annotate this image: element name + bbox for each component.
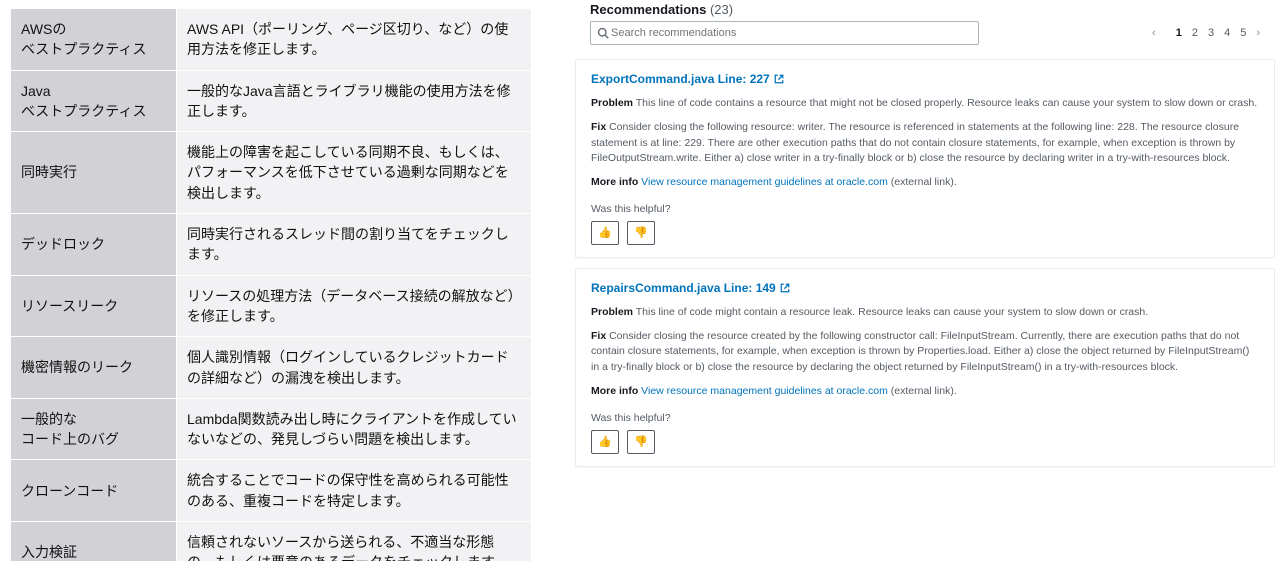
panel-title: Recommendations (23): [590, 2, 1260, 17]
row-desc: 機能上の障害を起こしている同期不良、もしくは、パフォーマンスを低下させている過剰…: [177, 132, 532, 214]
row-label: クローンコード: [11, 460, 177, 522]
file-link-text: RepairsCommand.java Line: 149: [591, 281, 776, 295]
row-desc: 同時実行されるスレッド間の割り当てをチェックします。: [177, 214, 532, 276]
table-row: リソースリークリソースの処理方法（データベース接続の解放など）を修正します。: [11, 275, 532, 337]
external-link-icon: [774, 74, 784, 84]
file-link[interactable]: ExportCommand.java Line: 227: [591, 72, 784, 86]
pager-page[interactable]: 3: [1208, 27, 1214, 39]
row-label: リソースリーク: [11, 275, 177, 337]
fix-text: Consider closing the following resource:…: [591, 121, 1239, 165]
search-icon: [597, 27, 609, 39]
row-label: 機密情報のリーク: [11, 337, 177, 399]
row-desc: 一般的なJava言語とライブラリ機能の使用方法を修正します。: [177, 70, 532, 132]
moreinfo-link[interactable]: View resource management guidelines at o…: [641, 176, 888, 188]
thumbs-up-button[interactable]: 👍: [591, 430, 619, 454]
fix-row: Fix Consider closing the following resou…: [591, 120, 1259, 167]
row-desc: AWS API（ポーリング、ページ区切り、など）の使用方法を修正します。: [177, 9, 532, 71]
pager-page[interactable]: 5: [1240, 27, 1246, 39]
external-link-icon: [780, 283, 790, 293]
moreinfo-suffix: (external link).: [888, 176, 957, 188]
table-row: 一般的なコード上のバグLambda関数読み出し時にクライアントを作成していないな…: [11, 398, 532, 460]
moreinfo-link[interactable]: View resource management guidelines at o…: [641, 385, 888, 397]
fix-label: Fix: [591, 121, 606, 133]
table-row: クローンコード統合することでコードの保守性を高められる可能性のある、重複コードを…: [11, 460, 532, 522]
table-row: 同時実行機能上の障害を起こしている同期不良、もしくは、パフォーマンスを低下させて…: [11, 132, 532, 214]
table-row: 機密情報のリーク個人識別情報（ログインしているクレジットカードの詳細など）の漏洩…: [11, 337, 532, 399]
row-desc: Lambda関数読み出し時にクライアントを作成していないなどの、発見しづらい問題…: [177, 398, 532, 460]
thumbs-down-button[interactable]: 👎: [627, 221, 655, 245]
row-label: 入力検証: [11, 522, 177, 561]
problem-text: This line of code contains a resource th…: [636, 97, 1257, 109]
problem-row: Problem This line of code might contain …: [591, 305, 1259, 321]
file-link-text: ExportCommand.java Line: 227: [591, 72, 770, 86]
panel-count: (23): [710, 2, 733, 17]
fix-label: Fix: [591, 330, 606, 342]
table-row: Javaベストプラクティス一般的なJava言語とライブラリ機能の使用方法を修正し…: [11, 70, 532, 132]
table-row: デッドロック同時実行されるスレッド間の割り当てをチェックします。: [11, 214, 532, 276]
problem-label: Problem: [591, 97, 633, 109]
row-desc: リソースの処理方法（データベース接続の解放など）を修正します。: [177, 275, 532, 337]
recommendation-card: RepairsCommand.java Line: 149 Problem Th…: [575, 268, 1275, 467]
helpful-label: Was this helpful?: [591, 412, 1259, 424]
problem-text: This line of code might contain a resour…: [636, 306, 1148, 318]
search-input[interactable]: [609, 26, 972, 40]
row-desc: 個人識別情報（ログインしているクレジットカードの詳細など）の漏洩を検出します。: [177, 337, 532, 399]
pager: ‹ 12345 ›: [1152, 27, 1260, 39]
thumbs-down-icon: 👎: [634, 435, 648, 448]
moreinfo-row: More info View resource management guide…: [591, 384, 1259, 400]
moreinfo-label: More info: [591, 385, 638, 397]
moreinfo-row: More info View resource management guide…: [591, 175, 1259, 191]
row-desc: 統合することでコードの保守性を高められる可能性のある、重複コードを特定します。: [177, 460, 532, 522]
thumbs-up-icon: 👍: [598, 435, 612, 448]
thumbs-up-button[interactable]: 👍: [591, 221, 619, 245]
recommendation-card: ExportCommand.java Line: 227 Problem Thi…: [575, 59, 1275, 258]
thumbs-up-icon: 👍: [598, 226, 612, 239]
moreinfo-label: More info: [591, 176, 638, 188]
row-label: デッドロック: [11, 214, 177, 276]
problem-row: Problem This line of code contains a res…: [591, 96, 1259, 112]
pager-page[interactable]: 1: [1176, 27, 1182, 39]
best-practices-table: AWSのベストプラクティスAWS API（ポーリング、ページ区切り、など）の使用…: [10, 8, 532, 561]
pager-next-icon[interactable]: ›: [1256, 27, 1260, 39]
pager-prev-icon[interactable]: ‹: [1152, 27, 1156, 39]
row-label: 一般的なコード上のバグ: [11, 398, 177, 460]
row-desc: 信頼されないソースから送られる、不適当な形態の、もしくは悪意のあるデータをチェッ…: [177, 522, 532, 561]
pager-page[interactable]: 4: [1224, 27, 1230, 39]
fix-text: Consider closing the resource created by…: [591, 330, 1249, 374]
moreinfo-suffix: (external link).: [888, 385, 957, 397]
table-row: 入力検証信頼されないソースから送られる、不適当な形態の、もしくは悪意のあるデータ…: [11, 522, 532, 561]
recommendations-panel: Recommendations (23) ‹ 12345 › ExportCom…: [575, 0, 1275, 477]
helpful-label: Was this helpful?: [591, 203, 1259, 215]
row-label: 同時実行: [11, 132, 177, 214]
row-label: Javaベストプラクティス: [11, 70, 177, 132]
pager-page[interactable]: 2: [1192, 27, 1198, 39]
thumbs: 👍👎: [591, 430, 1259, 454]
row-label: AWSのベストプラクティス: [11, 9, 177, 71]
thumbs: 👍👎: [591, 221, 1259, 245]
table-row: AWSのベストプラクティスAWS API（ポーリング、ページ区切り、など）の使用…: [11, 9, 532, 71]
file-link[interactable]: RepairsCommand.java Line: 149: [591, 281, 790, 295]
fix-row: Fix Consider closing the resource create…: [591, 329, 1259, 376]
search-box[interactable]: [590, 21, 979, 45]
thumbs-down-button[interactable]: 👎: [627, 430, 655, 454]
problem-label: Problem: [591, 306, 633, 318]
thumbs-down-icon: 👎: [634, 226, 648, 239]
panel-title-text: Recommendations: [590, 2, 706, 17]
